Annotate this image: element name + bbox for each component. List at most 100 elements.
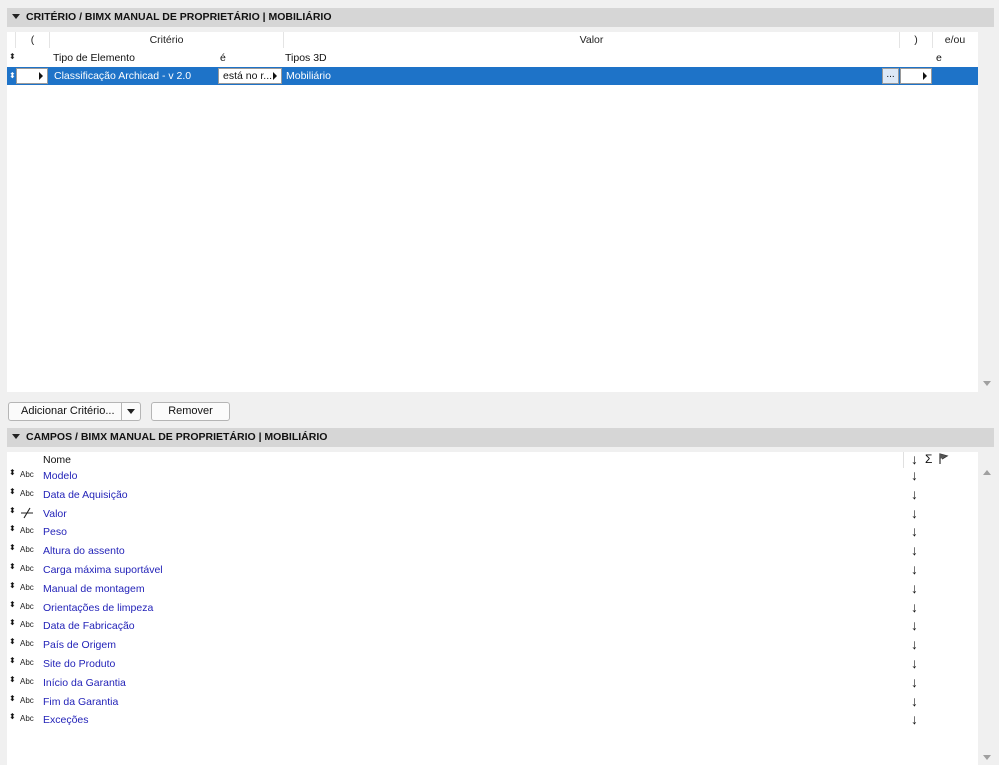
field-name[interactable]: Site do Produto [43,658,115,670]
close-paren-column-header[interactable]: ) [900,32,933,48]
valor-column-header[interactable]: Valor [284,32,900,48]
sort-down-icon[interactable]: ↓ [911,617,918,633]
sort-updown-icon: ⬍ [9,52,16,61]
scroll-up-icon[interactable] [983,470,991,475]
flag-icon[interactable] [938,453,949,468]
criteria-section-header[interactable]: CRITÉRIO / BIMX MANUAL DE PROPRIETÁRIO |… [7,8,994,27]
field-row[interactable]: ⬍ Abc País de Origem ↓ [7,636,978,656]
dropdown-arrow-icon [39,72,43,80]
row-drag-handle-icon[interactable]: ⬍ [9,713,16,721]
sort-down-icon[interactable]: ↓ [911,561,918,577]
row-drag-handle-icon[interactable]: ⬍ [9,657,16,665]
field-name[interactable]: Altura do assento [43,545,125,557]
field-name[interactable]: Modelo [43,470,77,482]
scroll-down-icon[interactable] [983,381,991,386]
sort-down-icon[interactable]: ↓ [911,655,918,671]
fields-section-header[interactable]: CAMPOS / BIMX MANUAL DE PROPRIETÁRIO | M… [7,428,994,447]
row-drag-handle-icon[interactable]: ⬍ [9,619,16,627]
valor-value[interactable]: Mobiliário [286,70,331,82]
field-name[interactable]: Fim da Garantia [43,696,118,708]
field-name[interactable]: País de Origem [43,639,116,651]
field-name[interactable]: Data de Aquisição [43,489,128,501]
text-type-icon: Abc [20,620,34,630]
field-row[interactable]: ⬍ Abc Site do Produto ↓ [7,655,978,675]
row-drag-handle-icon[interactable]: ⬍ [9,506,16,514]
sort-down-icon[interactable]: ↓ [911,599,918,615]
field-row[interactable]: ⬍ Abc Data de Aquisição ↓ [7,486,978,506]
sort-down-icon[interactable]: ↓ [911,542,918,558]
field-name[interactable]: Exceções [43,714,89,726]
element-type-label: Tipo de Elemento [53,52,135,64]
field-row[interactable]: ⬍ Valor ↓ [7,505,978,525]
field-name[interactable]: Início da Garantia [43,677,126,689]
field-row[interactable]: ⬍ Abc Orientações de limpeza ↓ [7,599,978,619]
row-drag-handle-icon[interactable]: ⬍ [9,544,16,552]
sort-down-icon[interactable]: ↓ [911,636,918,652]
field-row[interactable]: ⬍ Abc Data de Fabricação ↓ [7,617,978,637]
field-row[interactable]: ⬍ Abc Modelo ↓ [7,467,978,487]
button-divider [121,403,122,420]
field-name[interactable]: Manual de montagem [43,583,145,595]
sort-down-icon[interactable]: ↓ [911,467,918,483]
sort-down-icon[interactable]: ↓ [911,674,918,690]
number-type-icon [20,507,34,521]
chevron-down-icon[interactable] [127,409,135,414]
field-row[interactable]: ⬍ Abc Peso ↓ [7,523,978,543]
criterio-column-header[interactable]: Critério [50,32,284,48]
field-name[interactable]: Carga máxima suportável [43,564,163,576]
row-drag-handle-icon[interactable]: ⬍ [9,694,16,702]
sort-down-icon[interactable]: ↓ [911,693,918,709]
dropdown-arrow-icon [273,72,277,80]
text-type-icon: Abc [20,488,34,498]
row-drag-handle-icon[interactable]: ⬍ [9,638,16,646]
sort-down-icon[interactable]: ↓ [911,711,918,727]
text-type-icon: Abc [20,639,34,649]
field-row[interactable]: ⬍ Abc Exceções ↓ [7,711,978,731]
add-criterion-button[interactable]: Adicionar Critério... [8,402,141,421]
criterio-value[interactable]: Classificação Archicad - v 2.0 [54,70,191,82]
row-drag-handle-icon[interactable]: ⬍ [9,581,16,589]
field-row[interactable]: ⬍ Abc Manual de montagem ↓ [7,580,978,600]
row-drag-handle-icon[interactable]: ⬍ [9,525,16,533]
fields-section-title: CAMPOS / BIMX MANUAL DE PROPRIETÁRIO | M… [26,431,328,443]
field-row[interactable]: ⬍ Abc Carga máxima suportável ↓ [7,561,978,581]
field-row[interactable]: ⬍ Abc Altura do assento ↓ [7,542,978,562]
sum-icon[interactable]: Σ [925,452,932,466]
row-drag-handle-icon[interactable]: ⬍ [9,563,16,571]
sort-down-icon[interactable]: ↓ [911,505,918,521]
open-paren-dropdown[interactable] [16,68,48,84]
sort-down-icon[interactable]: ↓ [911,580,918,596]
scroll-down-icon[interactable] [983,755,991,760]
field-name[interactable]: Orientações de limpeza [43,602,153,614]
close-paren-dropdown[interactable] [900,68,932,84]
remove-button[interactable]: Remover [151,402,230,421]
row-drag-handle-icon[interactable]: ⬍ [9,469,16,477]
open-paren-column-header[interactable]: ( [16,32,50,48]
operator-dropdown[interactable]: está no r... [218,68,282,84]
field-row[interactable]: ⬍ Abc Fim da Garantia ↓ [7,693,978,713]
and-or-column-header[interactable]: e/ou [933,32,977,48]
field-row[interactable]: ⬍ Abc Início da Garantia ↓ [7,674,978,694]
row-drag-handle-icon[interactable]: ⬍ [9,487,16,495]
sort-column-header [7,32,16,48]
text-type-icon: Abc [20,564,34,573]
dropdown-arrow-icon [923,72,927,80]
field-name[interactable]: Data de Fabricação [43,620,135,632]
criteria-row-selected[interactable]: ⬍ Classificação Archicad - v 2.0 está no… [7,67,978,85]
row-drag-handle-icon[interactable]: ⬍ [9,72,16,80]
types-3d-label: Tipos 3D [285,52,327,64]
add-criterion-label: Adicionar Critério... [21,405,115,417]
text-type-icon: Abc [20,582,34,592]
name-column-header[interactable]: Nome [43,452,71,468]
sort-down-icon[interactable]: ↓ [911,523,918,539]
collapse-triangle-icon[interactable] [12,434,20,440]
field-name[interactable]: Peso [43,526,67,538]
text-type-icon: Abc [20,470,34,479]
row-drag-handle-icon[interactable]: ⬍ [9,600,16,608]
sort-down-icon[interactable]: ↓ [911,486,918,502]
sort-down-icon[interactable]: ↓ [911,451,918,467]
more-options-button[interactable]: ... [882,68,899,84]
field-name[interactable]: Valor [43,508,67,520]
collapse-triangle-icon[interactable] [12,14,20,20]
row-drag-handle-icon[interactable]: ⬍ [9,675,16,683]
